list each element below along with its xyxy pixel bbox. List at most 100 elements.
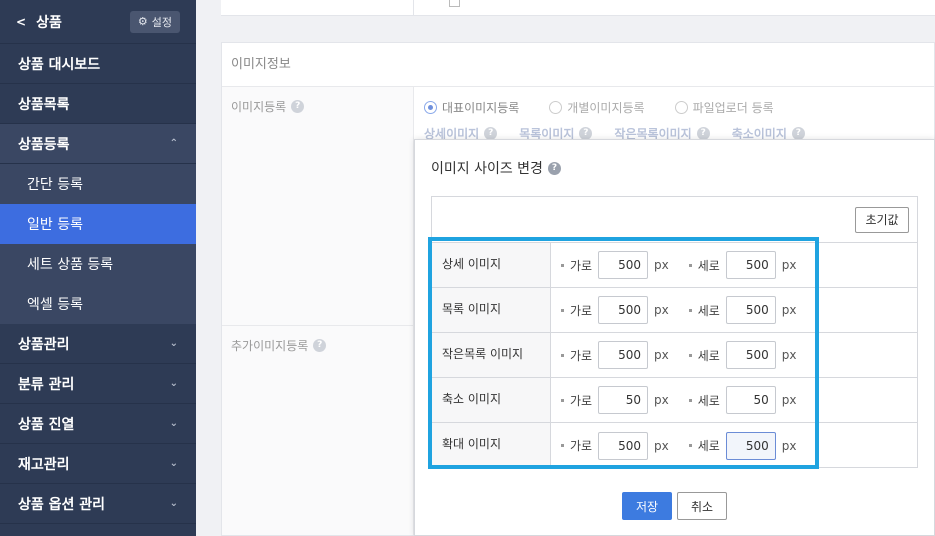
row-label: 상세 이미지 (432, 243, 551, 287)
table-row: 상세 이미지 가로 px 세로 px (432, 243, 917, 288)
width-label: 가로 (570, 258, 593, 273)
size-table: 초기값 상세 이미지 가로 px 세로 px 목록 이미지 가로 px 세로 px 작은… (431, 196, 918, 468)
height-label: 세로 (697, 439, 720, 453)
modal-title-text: 이미지 사이즈 변경 (431, 161, 543, 177)
sidebar-item-label: 상품 옵션 관리 (18, 496, 106, 513)
height-input[interactable] (725, 431, 776, 460)
height-input[interactable] (725, 341, 776, 369)
sidebar-subitem-excel[interactable]: 엑셀 등록 (0, 284, 196, 324)
width-group: 가로 px (561, 386, 669, 414)
help-icon[interactable]: ? (313, 339, 327, 352)
bullet-icon (561, 353, 564, 357)
help-icon[interactable]: ? (291, 100, 305, 113)
sidebar-item-label: 상품목록 (18, 96, 70, 113)
width-input[interactable] (598, 341, 648, 369)
help-icon[interactable]: ? (547, 161, 561, 175)
row-fields: 가로 px 세로 px (551, 333, 917, 377)
label-column (222, 87, 414, 535)
settings-label: 설정 (151, 15, 172, 29)
reset-row: 초기값 (432, 197, 917, 243)
modal-title: 이미지 사이즈 변경 ? (431, 158, 561, 178)
table-row: 축소 이미지 가로 px 세로 px (432, 378, 917, 423)
height-label: 세로 (697, 258, 720, 273)
back-chevron-icon[interactable]: < (16, 15, 26, 29)
row-fields: 가로 px 세로 px (551, 243, 917, 287)
chevron-down-icon: ⌄ (169, 418, 178, 429)
width-group: 가로 px (561, 341, 669, 369)
width-input[interactable] (598, 296, 648, 324)
section-title: 이미지정보 (222, 43, 934, 87)
table-row: 확대 이미지 가로 px 세로 px (432, 423, 917, 468)
radio-label: 파일업로더 등록 (692, 101, 774, 115)
bullet-icon (561, 444, 564, 447)
gear-icon: ⚙ (137, 15, 148, 28)
sidebar-subitem-general[interactable]: 일반 등록 (0, 204, 196, 244)
height-input[interactable] (725, 386, 776, 414)
row-fields: 가로 px 세로 px (551, 288, 917, 332)
bullet-icon (688, 398, 692, 402)
bullet-icon (688, 263, 692, 267)
sidebar-item-label: 일반 등록 (27, 217, 83, 233)
chevron-up-icon: ⌃ (169, 138, 178, 149)
sidebar-title[interactable]: 상품 (36, 12, 130, 32)
height-group: 세로 px (688, 341, 797, 369)
table-row: 작은목록 이미지 가로 px 세로 px (432, 333, 917, 378)
width-input[interactable] (598, 386, 648, 414)
height-input[interactable] (725, 251, 776, 279)
chevron-down-icon: ⌄ (169, 498, 178, 509)
radio-dot-icon (549, 101, 563, 114)
image-register-label: 이미지등록? (231, 98, 305, 115)
cancel-button[interactable]: 취소 (677, 492, 727, 520)
sidebar-item-display[interactable]: 상품 진열 ⌄ (0, 404, 196, 444)
radio-file-uploader[interactable]: 파일업로더 등록 (674, 99, 774, 116)
divider (413, 0, 414, 15)
width-group: 가로 px (561, 296, 669, 324)
bullet-icon (561, 308, 564, 312)
reset-button[interactable]: 초기값 (855, 207, 909, 233)
unit-label: px (781, 258, 797, 272)
sidebar-item-label: 간단 등록 (27, 177, 83, 193)
height-label: 세로 (697, 348, 720, 363)
sidebar-item-product-manage[interactable]: 상품관리 ⌄ (0, 324, 196, 364)
sidebar-item-label: 엑셀 등록 (27, 297, 83, 313)
sidebar-item-product-list[interactable]: 상품목록 (0, 84, 196, 124)
sidebar: < 상품 ⚙ 설정 상품 대시보드 상품목록 상품등록 ⌃ 간단 등록 일반 등록… (0, 0, 196, 536)
radio-label: 개별이미지등록 (567, 101, 645, 115)
width-label: 가로 (570, 303, 593, 318)
radio-dot-icon (674, 101, 688, 114)
sidebar-item-label: 상품관리 (18, 336, 70, 353)
bullet-icon (561, 398, 564, 402)
sidebar-item-label: 상품 진열 (18, 416, 75, 433)
sidebar-item-category[interactable]: 분류 관리 ⌄ (0, 364, 196, 404)
radio-individual[interactable]: 개별이미지등록 (549, 99, 645, 116)
chevron-down-icon: ⌄ (169, 338, 178, 349)
width-input[interactable] (598, 251, 648, 279)
width-input[interactable] (598, 431, 648, 460)
sidebar-subitem-simple[interactable]: 간단 등록 (0, 164, 196, 204)
width-group: 가로 px (561, 431, 669, 460)
radio-representative[interactable]: 대표이미지등록 (424, 99, 519, 116)
sidebar-item-stock[interactable]: 재고관리 ⌄ (0, 444, 196, 484)
save-button[interactable]: 저장 (622, 492, 672, 520)
unit-label: px (781, 438, 797, 453)
unit-label: px (654, 393, 669, 407)
width-label: 가로 (570, 348, 593, 363)
register-type-radios: 대표이미지등록 개별이미지등록 파일업로더 등록 (424, 99, 774, 116)
checkbox[interactable] (449, 0, 460, 7)
sidebar-item-dashboard[interactable]: 상품 대시보드 (0, 44, 196, 84)
row-fields: 가로 px 세로 px (551, 378, 917, 422)
sidebar-subitem-set[interactable]: 세트 상품 등록 (0, 244, 196, 284)
unit-label: px (654, 348, 669, 362)
height-label: 세로 (697, 303, 720, 318)
settings-button[interactable]: ⚙ 설정 (129, 10, 180, 33)
radio-label: 대표이미지등록 (442, 101, 520, 115)
sidebar-item-options[interactable]: 상품 옵션 관리 ⌄ (0, 484, 196, 524)
unit-label: px (781, 348, 797, 362)
extra-image-label: 추가이미지등록? (231, 337, 327, 354)
bullet-icon (561, 263, 564, 267)
sidebar-item-product-register[interactable]: 상품등록 ⌃ (0, 124, 196, 164)
unit-label: px (654, 438, 669, 453)
bullet-icon (688, 353, 692, 357)
height-group: 세로 px (688, 386, 796, 414)
height-input[interactable] (725, 296, 776, 324)
